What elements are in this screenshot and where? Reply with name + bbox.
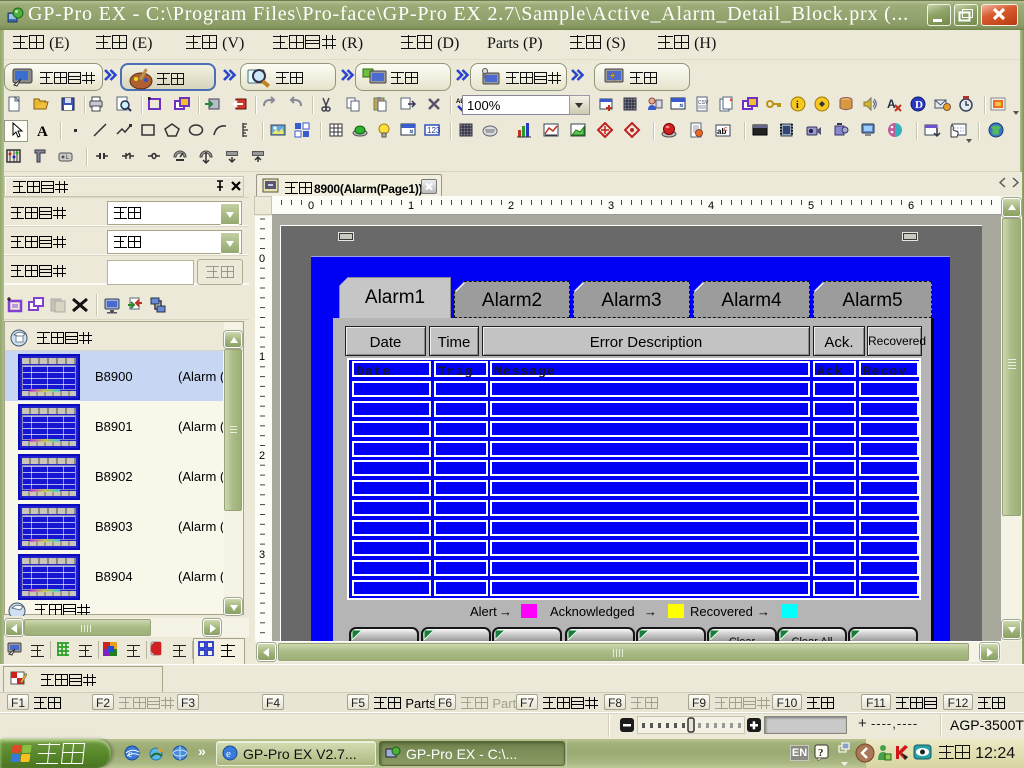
svg-text:0: 0 (259, 253, 265, 265)
svg-text:2: 2 (259, 450, 265, 462)
svg-text:c: c (724, 126, 728, 133)
svg-text:0: 0 (308, 200, 314, 212)
svg-text:3: 3 (608, 200, 614, 212)
svg-text:e: e (128, 749, 133, 760)
svg-text:i: i (796, 100, 799, 111)
svg-text:123: 123 (427, 126, 441, 135)
svg-text:A: A (37, 124, 48, 139)
svg-text:5: 5 (808, 200, 814, 212)
svg-text:4: 4 (708, 200, 714, 212)
svg-text:1: 1 (259, 351, 265, 363)
svg-text:A: A (887, 97, 896, 111)
svg-text:CSV: CSV (698, 100, 709, 106)
svg-text:3: 3 (259, 549, 265, 561)
svg-text:D: D (915, 99, 923, 111)
svg-text:?: ? (818, 747, 824, 759)
svg-text:1: 1 (408, 200, 414, 212)
svg-text:2: 2 (508, 200, 514, 212)
svg-text:6: 6 (908, 200, 914, 212)
svg-text:e: e (226, 748, 231, 760)
